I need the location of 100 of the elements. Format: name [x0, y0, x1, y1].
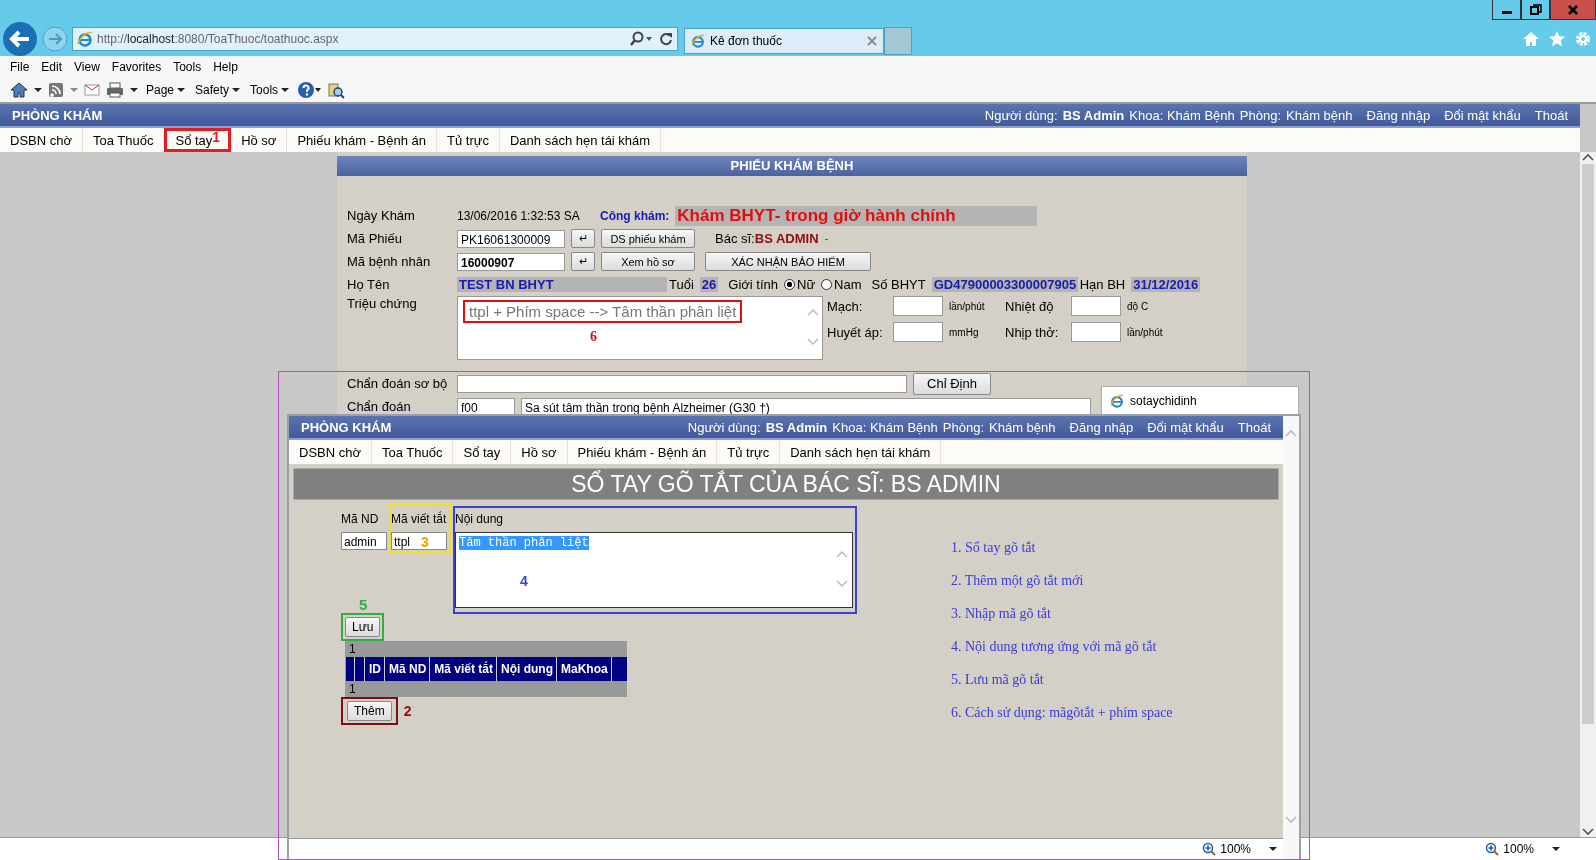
pager-link[interactable]: 1 — [345, 681, 627, 697]
pager-link[interactable]: 1 — [345, 641, 627, 657]
vital-field[interactable] — [1071, 296, 1121, 316]
unit-label: lần/phút — [1127, 326, 1164, 338]
home-icon[interactable] — [10, 81, 28, 99]
symptom-field[interactable]: ttpl + Phím space --> Tâm thần phân liệt 6 — [457, 296, 823, 360]
instruction-step: 1. Sổ tay gõ tắt — [951, 540, 1173, 556]
menu-item[interactable]: File — [4, 60, 36, 74]
ie-logo-icon — [1110, 393, 1124, 408]
header-link[interactable]: Đăng nhập — [1366, 107, 1431, 123]
zoom-level[interactable]: 100% — [1503, 842, 1534, 856]
doctor-name: BS ADMIN — [754, 231, 819, 246]
ticket-field[interactable]: PK16061300009 — [457, 229, 565, 248]
service-value: Khám BHYT- trong giờ hành chính — [675, 205, 1038, 226]
ticket-list-button[interactable]: DS phiếu khám — [601, 229, 695, 248]
enter-button[interactable]: ↵ — [571, 229, 595, 248]
back-button[interactable] — [2, 21, 38, 57]
gender-radio[interactable]: Nữ — [784, 277, 816, 292]
diagnosis-code-field[interactable]: f00 — [457, 397, 515, 416]
zoom-icon[interactable] — [1202, 842, 1217, 856]
restore-button[interactable] — [1521, 0, 1550, 20]
radio-dot[interactable] — [821, 279, 833, 290]
nav-tab[interactable]: Sổ tay — [453, 440, 512, 464]
caret-icon[interactable] — [1269, 846, 1277, 852]
address-field[interactable]: http://localhost:8080/ToaThuoc/toathuoc.aspx — [72, 27, 678, 51]
menu-item[interactable]: Edit — [35, 60, 69, 74]
doctor-label: Bác sĩ: — [715, 231, 755, 246]
diagnosis-field[interactable]: Sa sút tâm thần trong bệnh Alzheimer (G30 †) — [521, 397, 1091, 416]
save-button[interactable]: Lưu — [345, 617, 381, 637]
browser-tab[interactable]: Kê đơn thuốc — [684, 28, 884, 54]
order-button[interactable]: Chỉ Định — [913, 372, 991, 395]
instruction-step: 5. Lưu mã gõ tắt — [951, 672, 1173, 688]
menu-item[interactable]: Favorites — [105, 60, 168, 74]
refresh-icon[interactable] — [659, 32, 673, 46]
minimize-icon — [1501, 11, 1512, 14]
caret-icon[interactable] — [34, 87, 42, 93]
command-menu[interactable]: Tools — [248, 83, 292, 97]
zoom-level[interactable]: 100% — [1220, 842, 1251, 856]
nav-tab[interactable]: Tủ trực — [717, 440, 781, 464]
close-button[interactable] — [1550, 0, 1596, 20]
enter-button[interactable]: ↵ — [571, 252, 595, 271]
zoom-icon[interactable] — [1485, 842, 1500, 856]
symptom-text: ttpl + Phím space --> Tâm thần phân liệt — [463, 300, 743, 323]
view-record-button[interactable]: Xem hồ sơ — [601, 252, 695, 271]
command-menu[interactable]: Page — [144, 83, 188, 97]
menu-item[interactable]: Tools — [167, 60, 208, 74]
department-text: Khoa: Khám Bệnh — [1129, 107, 1235, 123]
close-icon[interactable] — [867, 36, 877, 46]
scroll-down-icon[interactable] — [1581, 827, 1595, 837]
caret-icon[interactable] — [1552, 846, 1560, 852]
vital-label: Huyết áp: — [827, 324, 884, 340]
nav-tab[interactable]: Toa Thuốc — [83, 128, 165, 152]
patient-id-field[interactable]: 16000907 — [457, 252, 565, 271]
star-icon[interactable] — [1548, 30, 1566, 48]
header-link[interactable]: Thoát — [1237, 419, 1271, 435]
age-value: 26 — [699, 277, 719, 292]
content-field[interactable]: Tâm thần phân liệt 4 — [455, 532, 853, 608]
annotation-number: 5 — [359, 596, 369, 613]
header-link[interactable]: Thoát — [1534, 107, 1568, 123]
nav-tab[interactable]: Danh sách hẹn tái khám — [780, 440, 942, 464]
search-icon[interactable] — [629, 31, 655, 47]
help-icon[interactable] — [297, 81, 322, 99]
nav-tab[interactable]: DSBN chờ — [289, 440, 372, 464]
vital-field[interactable] — [893, 322, 943, 342]
feed-icon[interactable] — [48, 82, 64, 98]
vital-field[interactable] — [893, 296, 943, 316]
menu-item[interactable]: Help — [207, 60, 244, 74]
scroll-up-icon[interactable] — [1581, 152, 1595, 162]
gender-radio[interactable]: Nam — [821, 277, 862, 292]
user-label: Người dùng: — [687, 419, 761, 435]
nav-tab[interactable]: Toa Thuốc — [372, 440, 454, 464]
header-link[interactable]: Đổi mật khẩu — [1444, 107, 1521, 123]
department-text: Khoa: Khám Bệnh — [832, 419, 938, 435]
confirm-insurance-button[interactable]: XÁC NHẬN BẢO HIỂM — [705, 252, 871, 271]
preliminary-diagnosis-field[interactable] — [457, 374, 907, 393]
radio-dot[interactable] — [784, 279, 795, 290]
printer-icon[interactable] — [106, 82, 124, 98]
room-name: Khám bệnh — [1286, 107, 1353, 123]
popup-tab[interactable]: sotaychidinh — [1101, 386, 1299, 414]
header-link[interactable]: Đổi mật khẩu — [1147, 419, 1224, 435]
command-menu[interactable]: Safety — [193, 83, 243, 97]
minimize-button[interactable] — [1492, 0, 1521, 20]
header-link[interactable]: Đăng nhập — [1069, 419, 1134, 435]
menu-item[interactable]: View — [68, 60, 106, 74]
nav-tab[interactable]: Hồ sơ — [511, 440, 568, 464]
unit-label: độ C — [1127, 300, 1150, 312]
user-code-field[interactable]: admin — [341, 532, 387, 550]
field-label: Chẩn đoán sơ bộ — [347, 376, 449, 391]
nav-tab[interactable]: Phiếu khám - Bệnh án — [567, 440, 718, 464]
research-icon[interactable] — [327, 81, 346, 99]
add-button[interactable]: Thêm — [347, 701, 392, 721]
field-label: Chẩn đoán — [347, 399, 412, 414]
selected-text: Tâm thần phân liệt — [459, 536, 589, 550]
nav-tab[interactable]: Hồ sơ — [231, 128, 288, 152]
expiry-date: 31/12/2016 — [1131, 277, 1201, 292]
instruction-step: 3. Nhập mã gõ tắt — [951, 606, 1173, 622]
vital-field[interactable] — [1071, 322, 1121, 342]
caret-icon[interactable] — [130, 87, 138, 93]
nav-tab[interactable]: DSBN chờ — [0, 128, 83, 152]
mail-icon[interactable] — [84, 83, 100, 97]
